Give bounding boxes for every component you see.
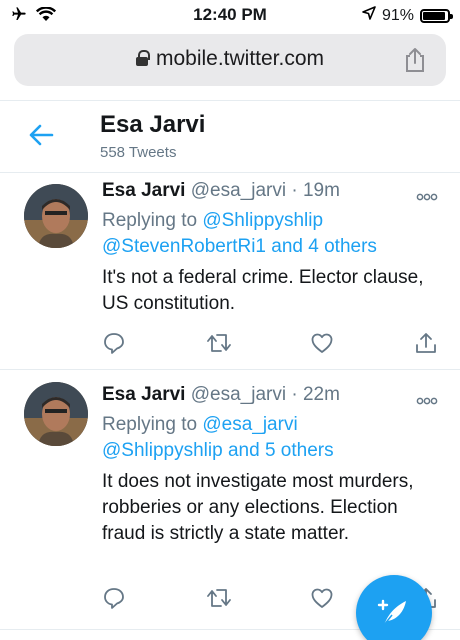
tweet-header: Esa Jarvi @esa_jarvi · 22m xyxy=(102,384,340,406)
address-bar[interactable]: mobile.twitter.com xyxy=(14,34,446,86)
tweet-separator: · xyxy=(291,180,298,201)
battery-icon xyxy=(420,8,453,23)
like-icon[interactable] xyxy=(310,331,334,360)
more-icon[interactable] xyxy=(416,188,438,206)
more-icon[interactable] xyxy=(416,392,438,410)
reply-icon[interactable] xyxy=(102,586,126,615)
tweet-author-name[interactable]: Esa Jarvi xyxy=(102,384,185,405)
replying-to: Replying to @esa_jarvi @Shlippyshlip and… xyxy=(102,412,432,464)
status-right: 91% xyxy=(362,6,453,25)
back-arrow-icon[interactable] xyxy=(28,123,54,152)
battery-percent: 91% xyxy=(381,6,414,24)
avatar[interactable] xyxy=(24,382,88,446)
profile-name: Esa Jarvi xyxy=(100,111,206,138)
tweet-actions xyxy=(102,331,442,357)
reply-user-link[interactable]: @Shlippyshlip xyxy=(102,440,223,461)
share-icon[interactable] xyxy=(404,47,426,78)
tweet-handle: @esa_jarvi xyxy=(190,180,287,201)
status-bar: 12:40 PM 91% xyxy=(0,0,460,30)
tweet-handle: @esa_jarvi xyxy=(190,384,287,405)
reply-prefix: Replying to xyxy=(102,210,198,231)
tweet-author-name[interactable]: Esa Jarvi xyxy=(102,180,185,201)
tweet[interactable]: Esa Jarvi @esa_jarvi · 19m Replying to @… xyxy=(0,174,460,370)
reply-others-link[interactable]: 5 others xyxy=(265,440,334,461)
reply-and[interactable]: and xyxy=(228,440,260,461)
reply-user-link[interactable]: @StevenRobertRi1 xyxy=(102,236,266,257)
lock-icon xyxy=(135,50,150,66)
replying-to: Replying to @Shlippyshlip @StevenRobertR… xyxy=(102,208,432,260)
reply-others-link[interactable]: 4 others xyxy=(308,236,377,257)
avatar[interactable] xyxy=(24,184,88,248)
reply-user-link[interactable]: @Shlippyshlip xyxy=(202,210,323,231)
tweet-header: Esa Jarvi @esa_jarvi · 19m xyxy=(102,180,340,202)
url-display[interactable]: mobile.twitter.com xyxy=(14,47,446,71)
reply-icon[interactable] xyxy=(102,331,126,360)
retweet-icon[interactable] xyxy=(206,331,232,360)
tweet-count: 558 Tweets xyxy=(100,144,177,161)
like-icon[interactable] xyxy=(310,586,334,615)
reply-user-link[interactable]: @esa_jarvi xyxy=(202,414,297,435)
profile-header: Esa Jarvi 558 Tweets xyxy=(0,101,460,173)
location-arrow-icon xyxy=(362,6,376,25)
url-text: mobile.twitter.com xyxy=(155,47,325,70)
reply-prefix: Replying to xyxy=(102,414,198,435)
tweet-text: It's not a federal crime. Elector clause… xyxy=(102,267,424,314)
reply-and[interactable]: and xyxy=(271,236,303,257)
tweet-time: 19m xyxy=(302,180,340,201)
tweet-time: 22m xyxy=(302,384,340,405)
retweet-icon[interactable] xyxy=(206,586,232,615)
tweet-text: It does not investigate most murders, ro… xyxy=(102,471,414,544)
tweet-separator: · xyxy=(291,384,298,405)
share-icon[interactable] xyxy=(414,331,438,360)
battery-fill xyxy=(423,11,445,20)
